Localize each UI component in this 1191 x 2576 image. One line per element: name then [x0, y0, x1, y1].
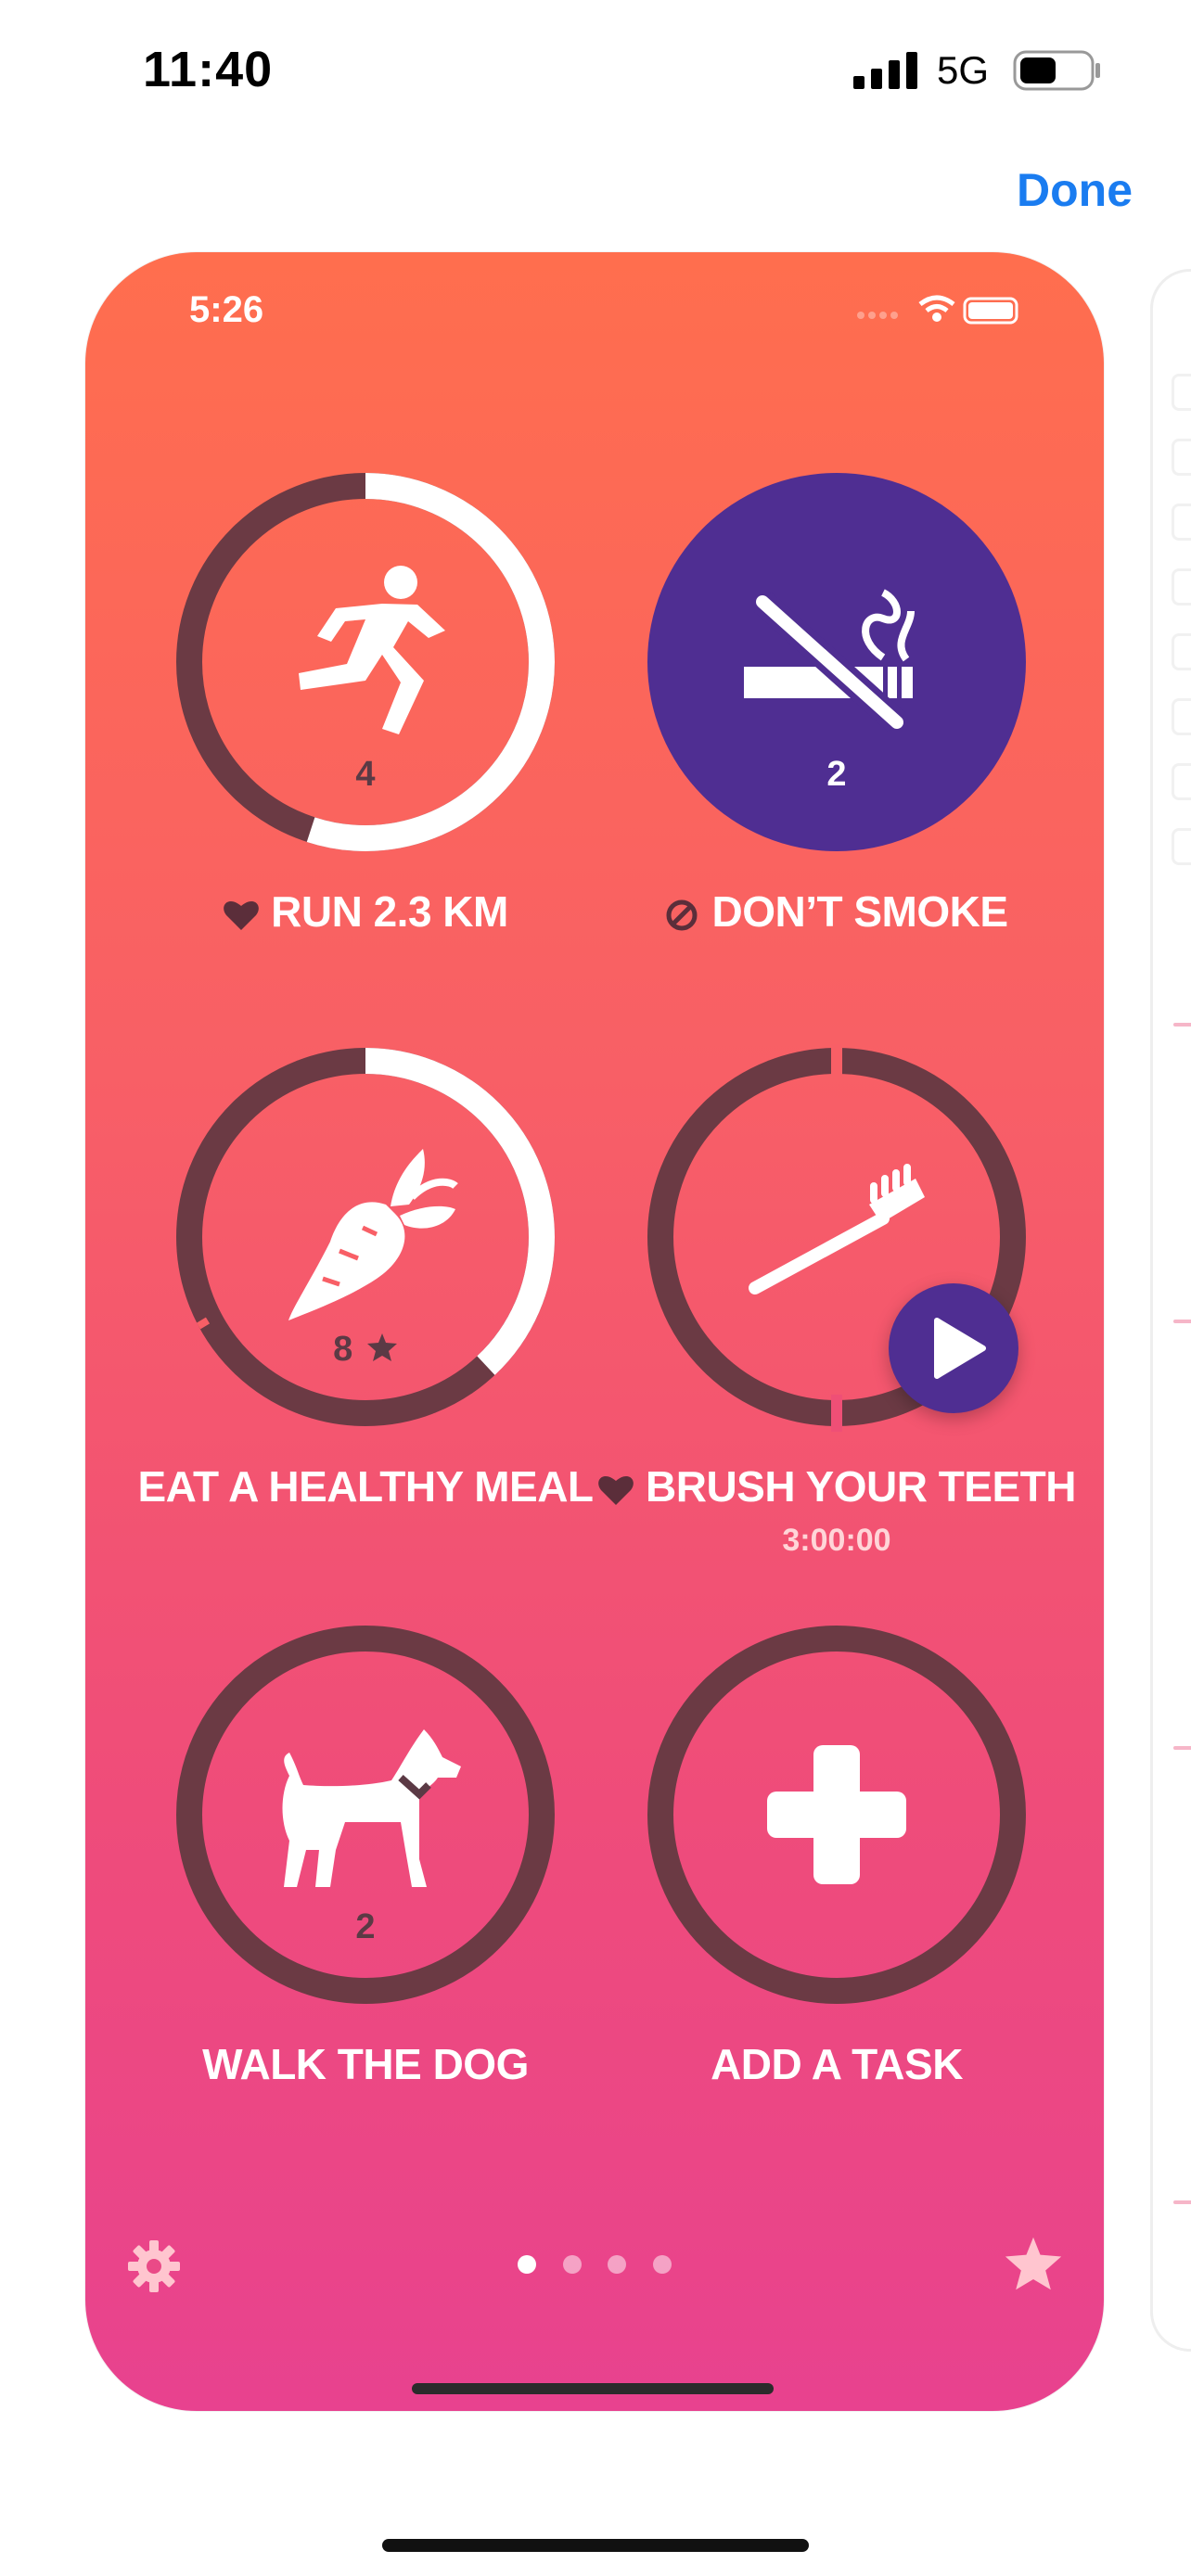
runner-icon [299, 566, 445, 734]
inner-status-icons [857, 295, 1018, 325]
page-dot[interactable] [608, 2255, 627, 2274]
task-timer: 3:00:00 [782, 1523, 891, 1558]
battery-icon [1013, 50, 1100, 91]
ghost-icon [1172, 568, 1191, 606]
task-walk-dog[interactable]: 2 WALK THE DOG [171, 1620, 560, 2139]
signal-icon [853, 52, 917, 89]
home-indicator[interactable] [382, 2539, 809, 2552]
carrot-icon [288, 1149, 458, 1320]
page-dot[interactable] [518, 2255, 537, 2274]
plus-icon [767, 1745, 906, 1884]
play-icon [934, 1318, 986, 1379]
task-count: 8 [171, 1330, 560, 1370]
prohibited-icon [666, 899, 698, 931]
status-bar: 11:40 5G [0, 0, 1191, 139]
ghost-tick [1173, 1023, 1191, 1027]
task-count: 2 [826, 755, 847, 794]
task-count: 4 [355, 755, 376, 794]
heart-icon [598, 1475, 634, 1505]
task-count: 2 [355, 1907, 376, 1946]
ghost-icon [1172, 504, 1191, 541]
network-label: 5G [937, 48, 990, 92]
toothbrush-icon [749, 1164, 925, 1294]
star-icon[interactable] [1004, 2235, 1063, 2292]
page-indicator[interactable] [85, 2255, 1104, 2278]
heart-icon [224, 900, 259, 930]
task-dont-smoke[interactable]: 2 DON’T SMOKE [642, 467, 1031, 987]
ghost-icon [1172, 763, 1191, 800]
page-dot[interactable] [652, 2255, 672, 2274]
app-card: 5:26 4 RUN 2.3 KM 2 DON’T SMOKE 8 EAT A … [85, 252, 1104, 2411]
ghost-icon [1172, 633, 1191, 670]
ghost-icon [1172, 374, 1191, 411]
star-icon [366, 1333, 397, 1361]
task-label: DON’T SMOKE [531, 886, 1104, 937]
status-time: 11:40 [143, 42, 274, 97]
task-run[interactable]: 4 RUN 2.3 KM [171, 467, 560, 987]
ghost-icon [1172, 828, 1191, 865]
inner-status-time: 5:26 [189, 289, 264, 330]
done-button[interactable]: Done [1017, 163, 1133, 217]
no-smoking-icon [744, 589, 915, 732]
dog-icon [282, 1729, 461, 1887]
play-button[interactable] [889, 1283, 1018, 1413]
inner-home-indicator [412, 2383, 774, 2394]
ghost-tick [1173, 1320, 1191, 1323]
task-label: ADD A TASK [711, 2040, 963, 2088]
task-label: BRUSH YOUR TEETH [531, 1461, 1104, 1511]
page-dot[interactable] [562, 2255, 582, 2274]
next-card-preview[interactable] [1150, 269, 1191, 2352]
task-healthy-meal[interactable]: 8 EAT A HEALTHY MEAL [137, 1042, 594, 1562]
ghost-tick [1173, 1746, 1191, 1750]
ghost-icon [1172, 439, 1191, 476]
ghost-icon [1172, 698, 1191, 735]
ghost-tick [1173, 2200, 1191, 2204]
task-add[interactable]: ADD A TASK [642, 1620, 1031, 2139]
